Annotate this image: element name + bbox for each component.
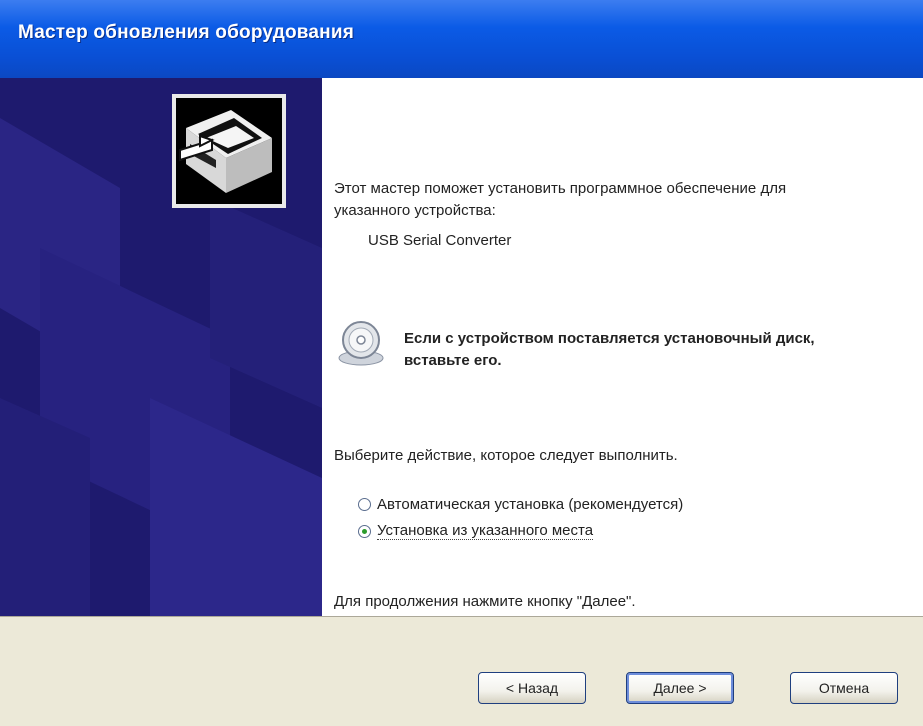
radio-auto-install[interactable] [358, 497, 371, 511]
cd-note-text: Если с устройством поставляется установо… [404, 330, 815, 369]
hardware-update-wizard-window: Мастер обновления оборудования Этот маст… [0, 0, 923, 726]
cd-icon [336, 318, 386, 368]
next-button[interactable]: Далее > [626, 672, 734, 704]
cancel-button[interactable]: Отмена [790, 672, 898, 704]
option-install-from-location[interactable]: Установка из указанного места [358, 519, 594, 543]
window-title: Мастер обновления оборудования [0, 0, 923, 78]
wizard-side-banner [0, 78, 322, 616]
back-button[interactable]: < Назад [478, 672, 586, 704]
option-auto-install-label[interactable]: Автоматическая установка (рекомендуется) [377, 496, 683, 513]
option-install-from-location-label[interactable]: Установка из указанного места [377, 522, 594, 540]
device-name: USB Serial Converter [368, 232, 512, 249]
choose-action-prompt: Выберите действие, которое следует выпол… [334, 447, 678, 464]
wizard-content: Этот мастер поможет установить программн… [322, 78, 923, 616]
wizard-button-bar: < Назад Далее > Отмена [0, 616, 923, 726]
option-auto-install[interactable]: Автоматическая установка (рекомендуется) [358, 492, 683, 516]
hardware-wizard-icon [172, 94, 286, 208]
radio-install-from-location[interactable] [358, 524, 371, 538]
continue-instruction: Для продолжения нажмите кнопку "Далее". [334, 593, 636, 610]
intro-text: Этот мастер поможет установить программн… [334, 180, 787, 219]
